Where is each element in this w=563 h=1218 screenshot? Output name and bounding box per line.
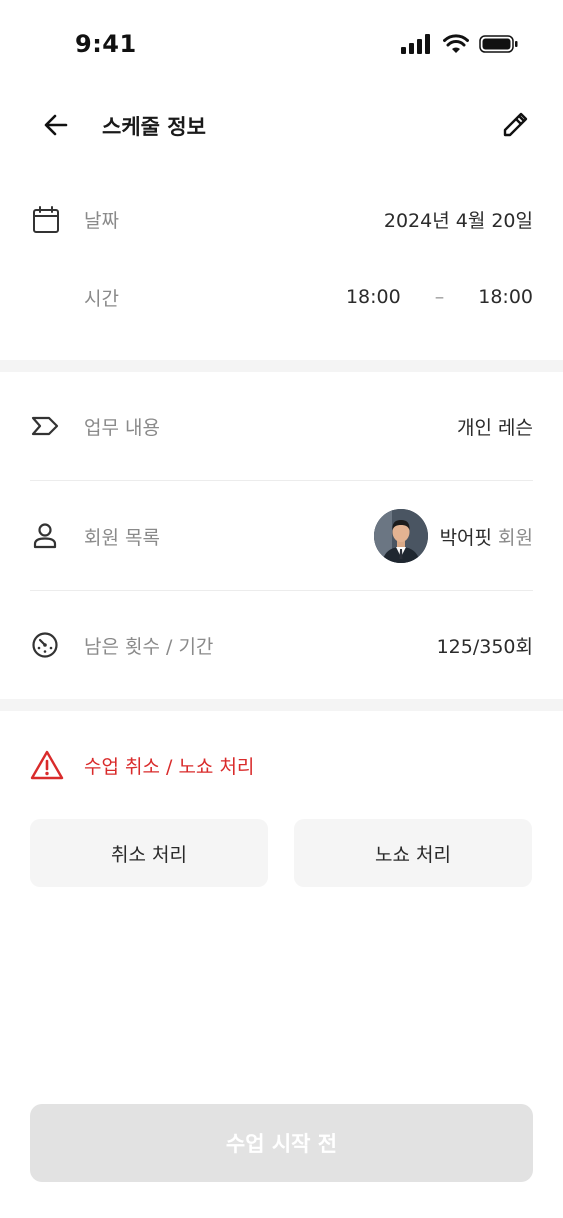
time-range[interactable]: 18:00 – 18:00 (346, 286, 533, 308)
status-bar: 9:41 (0, 0, 563, 90)
remaining-row: 남은 횟수 / 기간 125/350회 (30, 615, 533, 675)
page-title: 스케줄 정보 (102, 115, 206, 139)
cancel-class-button[interactable]: 취소 처리 (30, 819, 268, 887)
start-class-button[interactable]: 수업 시작 전 (30, 1104, 533, 1182)
label-tag-icon (30, 408, 66, 444)
task-row: 업무 내용 개인 레슨 (30, 396, 533, 456)
wifi-icon (443, 34, 469, 53)
status-icons (401, 34, 519, 54)
member-suffix: 회원 (498, 526, 533, 549)
remaining-label: 남은 횟수 / 기간 (84, 635, 214, 658)
task-label: 업무 내용 (84, 416, 160, 439)
pencil-icon (503, 112, 528, 137)
section-divider (0, 699, 563, 711)
back-button[interactable] (38, 107, 74, 143)
noshow-button[interactable]: 노쇼 처리 (294, 819, 532, 887)
avatar (373, 509, 428, 563)
warning-icon (30, 747, 66, 783)
date-label: 날짜 (84, 209, 119, 232)
cellular-signal-icon (401, 34, 430, 54)
arrow-left-icon (44, 114, 68, 136)
member-label: 회원 목록 (84, 526, 160, 549)
date-row: 날짜 2024년 4월 20일 (30, 189, 533, 249)
edit-button[interactable] (497, 107, 533, 143)
time-label: 시간 (84, 287, 119, 310)
remaining-value: 125/350회 (436, 635, 533, 658)
battery-icon (479, 35, 518, 53)
timer-icon (30, 627, 66, 663)
calendar-icon (30, 201, 66, 237)
row-divider (30, 480, 533, 481)
time-separator: – (434, 286, 445, 308)
time-row: 시간 18:00 – 18:00 (30, 267, 533, 327)
section-divider (0, 360, 563, 372)
cancel-section-heading: 수업 취소 / 노쇼 처리 (30, 745, 254, 785)
member-name: 박어핏 (439, 526, 493, 549)
time-start: 18:00 (345, 286, 401, 308)
header: 스케줄 정보 (0, 95, 563, 155)
member-item[interactable]: 박어핏 회원 (373, 509, 533, 563)
person-icon (30, 518, 66, 554)
member-row: 회원 목록 박어핏 회원 (30, 506, 533, 566)
cancel-section-title: 수업 취소 / 노쇼 처리 (84, 755, 255, 778)
time-end: 18:00 (478, 286, 533, 308)
date-value[interactable]: 2024년 4월 20일 (384, 206, 533, 233)
task-value: 개인 레슨 (457, 416, 533, 439)
status-time: 9:41 (75, 30, 137, 58)
row-divider (30, 590, 533, 591)
